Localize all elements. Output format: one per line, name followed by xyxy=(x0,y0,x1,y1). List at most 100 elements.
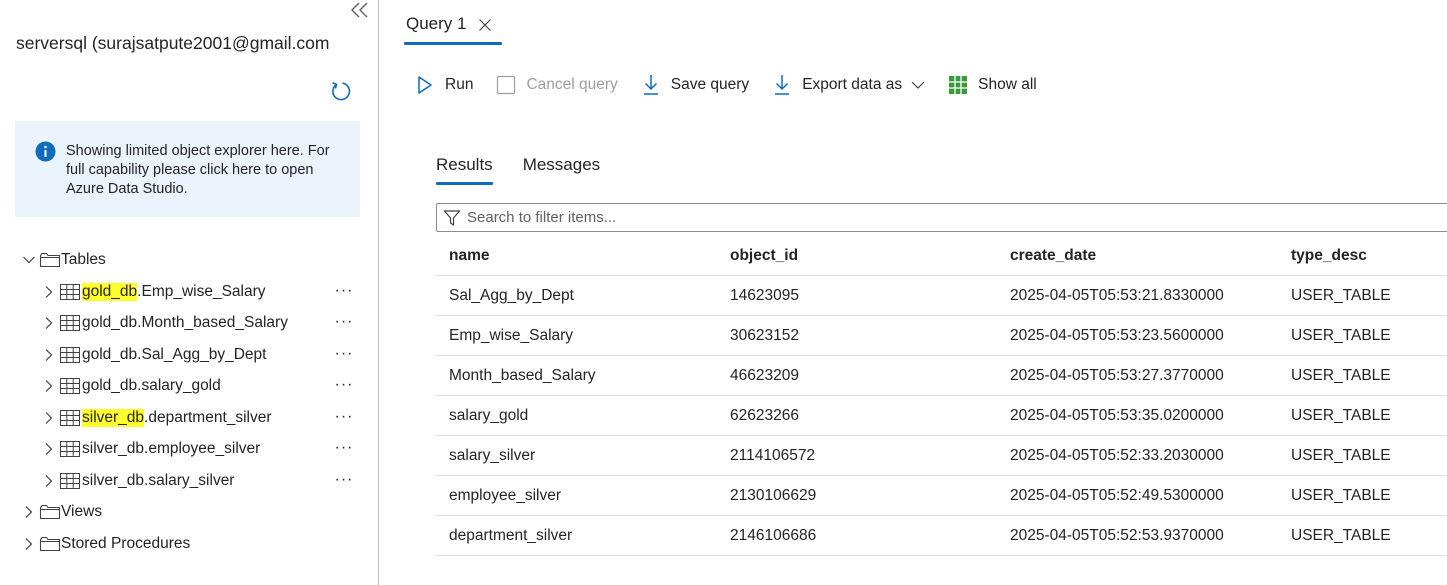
db-name: gold_db xyxy=(82,314,138,331)
query-toolbar: Run Cancel query Save query Export data … xyxy=(414,70,1059,100)
chevron-right-icon xyxy=(40,440,58,458)
cell-create-date: 2025-04-05T05:53:27.3770000 xyxy=(1010,366,1224,384)
cell-name: Month_based_Salary xyxy=(449,366,596,384)
folder-icon xyxy=(39,535,61,553)
tree-table-item[interactable]: gold_db .salary_gold xyxy=(40,371,221,401)
chevron-right-icon xyxy=(20,503,38,521)
table-row[interactable]: salary_silver 2114106572 2025-04-05T05:5… xyxy=(437,436,1447,476)
table-name: .department_silver xyxy=(144,409,272,426)
chevron-down-icon xyxy=(20,251,38,269)
grid-icon xyxy=(947,74,969,96)
cancel-query-label: Cancel query xyxy=(526,76,618,93)
cell-object-id: 30623152 xyxy=(730,326,799,344)
more-options-button[interactable]: ··· xyxy=(332,283,356,304)
tab-query-1[interactable]: Query 1 xyxy=(406,14,492,34)
column-header[interactable]: create_date xyxy=(1010,236,1096,275)
tree-table-item[interactable]: gold_db .Month_based_Salary xyxy=(40,308,288,338)
db-name: silver_db xyxy=(82,472,145,489)
cell-object-id: 14623095 xyxy=(730,286,799,304)
cell-type-desc: USER_TABLE xyxy=(1291,526,1391,544)
table-row[interactable]: Month_based_Salary 46623209 2025-04-05T0… xyxy=(437,356,1447,396)
object-explorer: serversql (surajsatpute2001@gmail.com Sh… xyxy=(0,0,378,585)
tree-node-views[interactable]: Views xyxy=(20,497,102,527)
panel-divider[interactable] xyxy=(378,0,379,585)
chevron-down-icon xyxy=(911,80,925,90)
filter-input[interactable] xyxy=(467,209,1367,226)
folder-icon xyxy=(39,251,61,269)
table-icon xyxy=(60,346,82,364)
tree-table-item[interactable]: gold_db .Emp_wise_Salary xyxy=(40,277,266,307)
filter-icon xyxy=(443,208,463,228)
save-query-button[interactable]: Save query xyxy=(640,74,749,96)
more-options-button[interactable]: ··· xyxy=(332,377,356,398)
results-tabs: Results Messages xyxy=(436,155,630,185)
folder-icon xyxy=(39,503,61,521)
more-options-button[interactable]: ··· xyxy=(332,346,356,367)
play-icon xyxy=(414,74,436,96)
table-name: .Emp_wise_Salary xyxy=(137,283,266,300)
server-name: serversql (surajsatpute2001@gmail.com xyxy=(16,33,330,53)
results-grid: name object_id create_date type_desc Sal… xyxy=(437,236,1447,556)
table-name: .Month_based_Salary xyxy=(137,314,288,331)
chevron-right-icon xyxy=(20,535,38,553)
cell-create-date: 2025-04-05T05:52:33.2030000 xyxy=(1010,446,1224,464)
info-message: Showing limited object explorer here. Fo… xyxy=(66,143,330,197)
cell-create-date: 2025-04-05T05:52:49.5300000 xyxy=(1010,486,1224,504)
table-icon xyxy=(60,440,82,458)
cell-create-date: 2025-04-05T05:52:53.9370000 xyxy=(1010,526,1224,544)
table-icon xyxy=(60,283,82,301)
tree-table-item[interactable]: silver_db .employee_silver xyxy=(40,434,260,464)
cell-type-desc: USER_TABLE xyxy=(1291,406,1391,424)
chevron-right-icon xyxy=(40,472,58,490)
table-row[interactable]: Emp_wise_Salary 30623152 2025-04-05T05:5… xyxy=(437,316,1447,356)
more-options-button[interactable]: ··· xyxy=(332,472,356,493)
tree-node-tables[interactable]: Tables xyxy=(20,245,106,275)
cell-type-desc: USER_TABLE xyxy=(1291,366,1391,384)
more-options-button[interactable]: ··· xyxy=(332,314,356,335)
close-icon[interactable] xyxy=(478,17,492,31)
collapse-panel-icon[interactable] xyxy=(348,0,372,22)
cell-object-id: 46623209 xyxy=(730,366,799,384)
db-name: silver_db xyxy=(82,440,145,457)
table-name: .salary_silver xyxy=(144,472,235,489)
filter-box xyxy=(436,203,1447,232)
cell-object-id: 2146106686 xyxy=(730,526,817,544)
more-options-button[interactable]: ··· xyxy=(332,440,356,461)
export-data-label: Export data as xyxy=(802,76,903,93)
cell-name: department_silver xyxy=(449,526,573,544)
table-row[interactable]: department_silver 2146106686 2025-04-05T… xyxy=(437,516,1447,556)
tree-node-stored-procedures[interactable]: Stored Procedures xyxy=(20,529,190,559)
table-row[interactable]: salary_gold 62623266 2025-04-05T05:53:35… xyxy=(437,396,1447,436)
query-tab-label: Query 1 xyxy=(406,14,467,33)
more-options-button[interactable]: ··· xyxy=(332,409,356,430)
info-icon xyxy=(35,141,56,162)
export-data-button[interactable]: Export data as xyxy=(771,74,925,96)
table-icon xyxy=(60,472,82,490)
tree-label-tables: Tables xyxy=(61,251,106,268)
cell-create-date: 2025-04-05T05:53:23.5600000 xyxy=(1010,326,1224,344)
column-header[interactable]: type_desc xyxy=(1291,236,1367,275)
db-name: gold_db xyxy=(82,283,138,301)
chevron-right-icon xyxy=(40,314,58,332)
save-query-label: Save query xyxy=(670,76,750,93)
download-icon xyxy=(771,74,793,96)
tab-messages[interactable]: Messages xyxy=(523,155,600,185)
tree-table-item[interactable]: gold_db .Sal_Agg_by_Dept xyxy=(40,340,266,370)
chevron-right-icon xyxy=(40,377,58,395)
column-header[interactable]: object_id xyxy=(730,236,798,275)
column-header[interactable]: name xyxy=(449,236,490,275)
chevron-right-icon xyxy=(40,346,58,364)
show-all-button[interactable]: Show all xyxy=(947,74,1037,96)
db-name: gold_db xyxy=(82,377,138,394)
table-row[interactable]: employee_silver 2130106629 2025-04-05T05… xyxy=(437,476,1447,516)
table-row[interactable]: Sal_Agg_by_Dept 14623095 2025-04-05T05:5… xyxy=(437,276,1447,316)
refresh-icon[interactable] xyxy=(328,79,352,103)
tree-table-item[interactable]: silver_db .salary_silver xyxy=(40,466,234,496)
table-icon xyxy=(60,377,82,395)
tab-results[interactable]: Results xyxy=(436,155,493,185)
chevron-right-icon xyxy=(40,283,58,301)
run-button[interactable]: Run xyxy=(414,74,473,96)
tree-table-item[interactable]: silver_db .department_silver xyxy=(40,403,272,433)
cancel-query-button[interactable]: Cancel query xyxy=(495,74,618,96)
info-banner[interactable]: Showing limited object explorer here. Fo… xyxy=(15,121,360,217)
